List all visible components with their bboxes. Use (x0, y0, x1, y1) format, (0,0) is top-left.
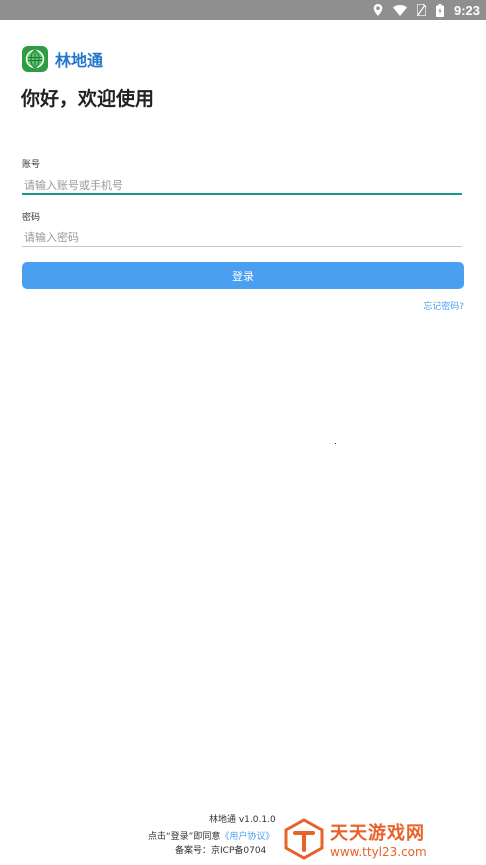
version-text: 林地通 v1.0.1.0 (209, 815, 276, 825)
account-underline (22, 193, 462, 195)
password-input[interactable] (22, 227, 462, 247)
stray-dot (335, 443, 336, 444)
password-underline (22, 246, 462, 247)
icp-text: 备案号：京ICP备0704 (175, 846, 267, 856)
forgot-password-link[interactable]: 忘记密码? (423, 299, 464, 312)
user-agreement-link[interactable]: 《用户协议》 (220, 832, 274, 842)
agreement-line: 点击“登录”即同意《用户协议》 (148, 829, 274, 842)
status-icons: 9:23 (373, 0, 480, 20)
agreement-prefix: 点击“登录”即同意 (148, 832, 221, 842)
site-watermark: 天天游戏网 www.ttyl23.com (282, 812, 486, 865)
watermark-logo-icon (284, 817, 324, 860)
account-input[interactable] (22, 175, 462, 195)
watermark-title: 天天游戏网 (330, 822, 425, 844)
battery-icon (435, 3, 444, 17)
status-bar: 9:23 (0, 0, 486, 20)
page-title: 你好，欢迎使用 (21, 88, 155, 110)
location-icon (373, 4, 383, 16)
login-button[interactable]: 登录 (22, 262, 464, 289)
app-brand: 林地通 (22, 46, 103, 72)
app-logo-icon (22, 46, 48, 72)
watermark-url: www.ttyl23.com (330, 844, 427, 859)
account-label: 账号 (22, 160, 41, 170)
status-time: 9:23 (453, 2, 480, 18)
app-name: 林地通 (55, 51, 104, 70)
wifi-icon (392, 4, 407, 16)
password-label: 密码 (22, 213, 41, 223)
no-sim-icon (416, 4, 426, 16)
